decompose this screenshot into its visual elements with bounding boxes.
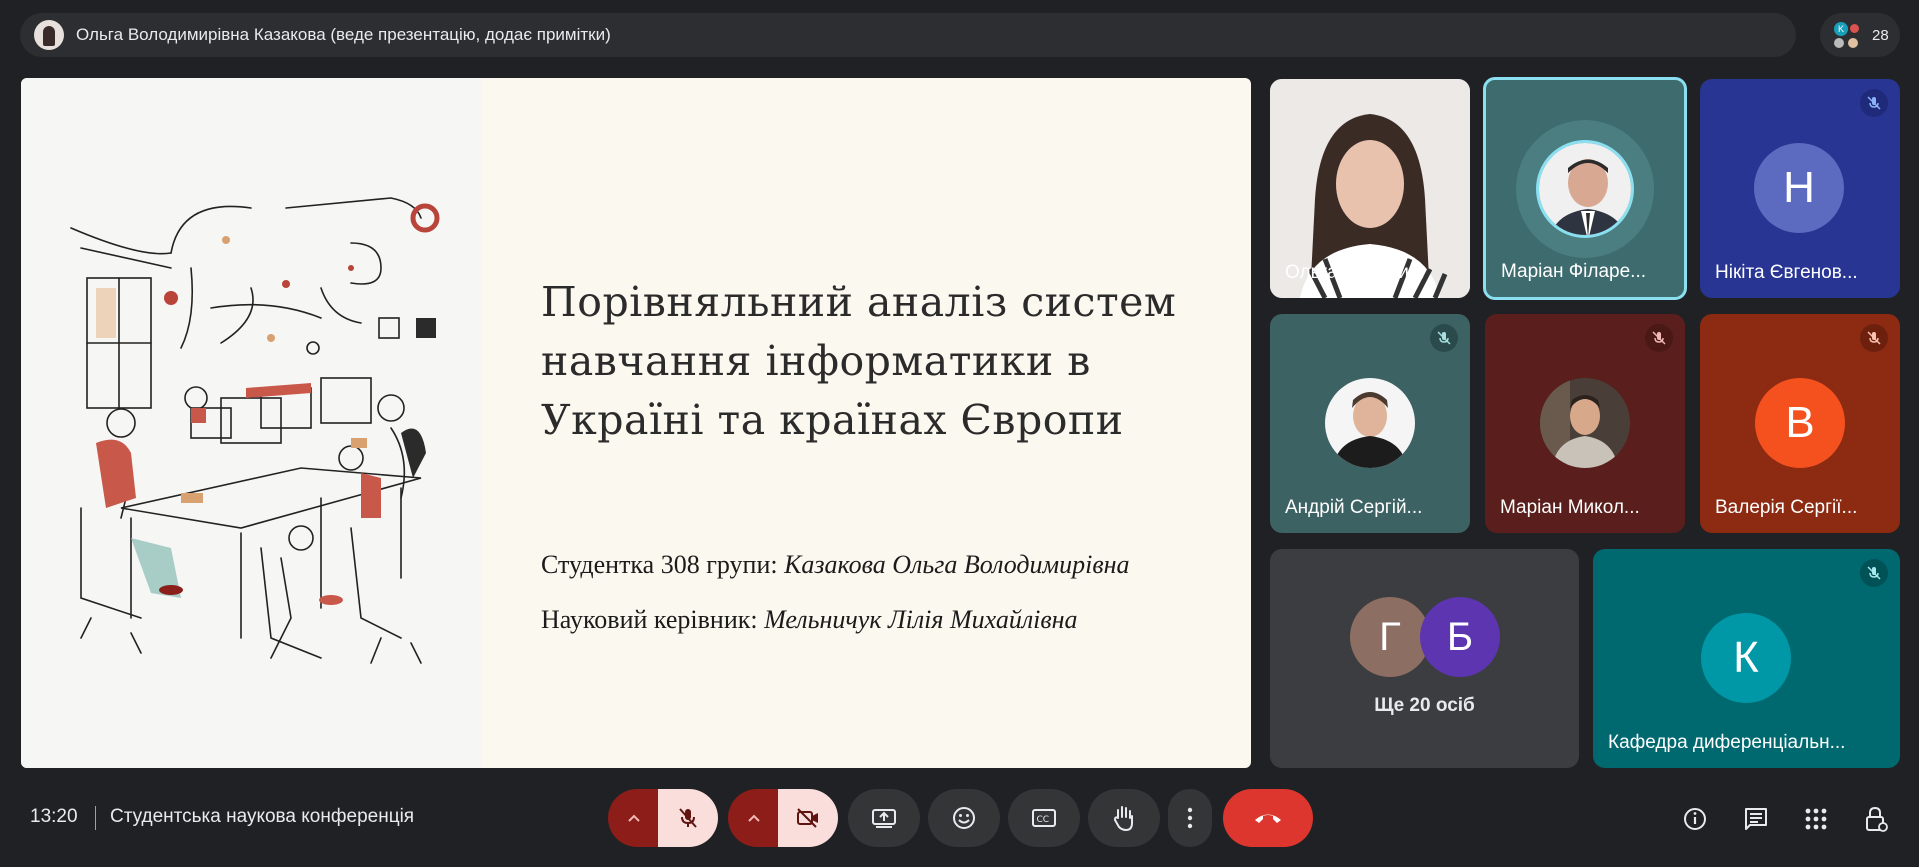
participant-name: Кафедра диференціальн... bbox=[1608, 732, 1846, 753]
participant-tile[interactable]: Андрій Сергій... bbox=[1270, 314, 1470, 533]
participant-avatar bbox=[1536, 140, 1634, 238]
leave-call-icon bbox=[1255, 814, 1281, 823]
participant-avatar: Н bbox=[1754, 143, 1844, 233]
participant-name: Валерія Сергії... bbox=[1715, 497, 1858, 518]
info-icon bbox=[1684, 808, 1706, 830]
svg-text:CC: CC bbox=[1037, 815, 1050, 825]
others-avatar: Б bbox=[1420, 597, 1500, 677]
mic-off-icon bbox=[1645, 324, 1673, 352]
emoji-icon bbox=[953, 807, 975, 829]
chevron-up-icon bbox=[628, 814, 640, 822]
presenter-status-text: Ольга Володимирівна Казакова (веде презе… bbox=[76, 25, 611, 44]
participant-tile[interactable]: В Валерія Сергії... bbox=[1700, 314, 1900, 533]
clock: 13:20 bbox=[30, 806, 78, 827]
reactions-button[interactable] bbox=[928, 789, 1000, 847]
participant-tile[interactable]: Ольга Володи... bbox=[1270, 79, 1470, 298]
participant-avatar bbox=[1325, 378, 1415, 468]
participant-tile[interactable]: Н Нікіта Євгенов... bbox=[1700, 79, 1900, 298]
others-avatar: Г bbox=[1350, 597, 1430, 677]
present-icon bbox=[872, 809, 896, 828]
video-options-button[interactable] bbox=[728, 789, 780, 847]
participant-avatar: В bbox=[1755, 378, 1845, 468]
meeting-details-button[interactable] bbox=[1679, 803, 1711, 835]
present-button[interactable] bbox=[848, 789, 920, 847]
slide-illustration bbox=[21, 78, 482, 768]
meet-window: Ольга Володимирівна Казакова (веде презе… bbox=[0, 0, 1919, 867]
people-button[interactable]: K 28 bbox=[1820, 13, 1900, 57]
people-avatars-icon: K bbox=[1832, 20, 1866, 50]
presenter-avatar bbox=[34, 20, 64, 50]
people-count: 28 bbox=[1872, 26, 1889, 44]
slide-student-line: Студентка 308 групи: Казакова Ольга Воло… bbox=[541, 550, 1130, 579]
captions-icon: CC bbox=[1032, 809, 1056, 827]
captions-button[interactable]: CC bbox=[1008, 789, 1080, 847]
activities-button[interactable] bbox=[1800, 803, 1832, 835]
presentation-slide: Порівняльний аналіз систем навчання інфо… bbox=[21, 78, 1251, 768]
meeting-title: Студентська наукова конференція bbox=[110, 806, 415, 827]
audio-options-button[interactable] bbox=[608, 789, 660, 847]
participant-tile[interactable]: К Кафедра диференціальн... bbox=[1593, 549, 1900, 768]
more-icon bbox=[1187, 807, 1193, 829]
host-controls-button[interactable] bbox=[1860, 803, 1892, 835]
camera-off-icon bbox=[797, 808, 818, 828]
slide-title: Порівняльний аналіз систем навчання інфо… bbox=[541, 278, 1177, 444]
chat-icon bbox=[1745, 808, 1767, 830]
mic-off-icon bbox=[1860, 559, 1888, 587]
people-avatar-k: K bbox=[1834, 22, 1848, 36]
raise-hand-icon bbox=[1113, 806, 1133, 832]
raise-hand-button[interactable] bbox=[1088, 789, 1160, 847]
chevron-up-icon bbox=[748, 814, 760, 822]
mic-off-icon bbox=[1430, 324, 1458, 352]
mic-off-icon bbox=[1860, 89, 1888, 117]
presenter-bar[interactable]: Ольга Володимирівна Казакова (веде презе… bbox=[20, 13, 1796, 57]
mic-toggle-button[interactable] bbox=[658, 789, 718, 847]
participant-avatar bbox=[1540, 378, 1630, 468]
participant-name: Андрій Сергій... bbox=[1285, 497, 1423, 518]
others-tile[interactable]: Г Б Ще 20 осіб bbox=[1270, 549, 1579, 768]
participant-name: Маріан Микол... bbox=[1500, 497, 1640, 518]
leave-call-button[interactable] bbox=[1223, 789, 1313, 847]
slide-supervisor-line: Науковий керівник: Мельничук Лілія Михай… bbox=[541, 605, 1078, 634]
host-controls-icon bbox=[1866, 806, 1888, 832]
participant-name: Нікіта Євгенов... bbox=[1715, 262, 1858, 283]
mic-off-icon bbox=[1860, 324, 1888, 352]
participant-avatar: К bbox=[1701, 613, 1791, 703]
participant-tile-speaking[interactable]: Маріан Філаре... bbox=[1483, 77, 1687, 300]
mic-off-icon bbox=[679, 808, 697, 828]
more-options-button[interactable] bbox=[1168, 789, 1212, 847]
activities-icon bbox=[1805, 808, 1827, 830]
camera-toggle-button[interactable] bbox=[778, 789, 838, 847]
others-label: Ще 20 осіб bbox=[1374, 695, 1475, 716]
participant-name: Ольга Володи... bbox=[1285, 262, 1425, 283]
divider bbox=[95, 806, 96, 830]
chat-button[interactable] bbox=[1740, 803, 1772, 835]
participant-name: Маріан Філаре... bbox=[1501, 261, 1647, 282]
participant-tile[interactable]: Маріан Микол... bbox=[1485, 314, 1685, 533]
